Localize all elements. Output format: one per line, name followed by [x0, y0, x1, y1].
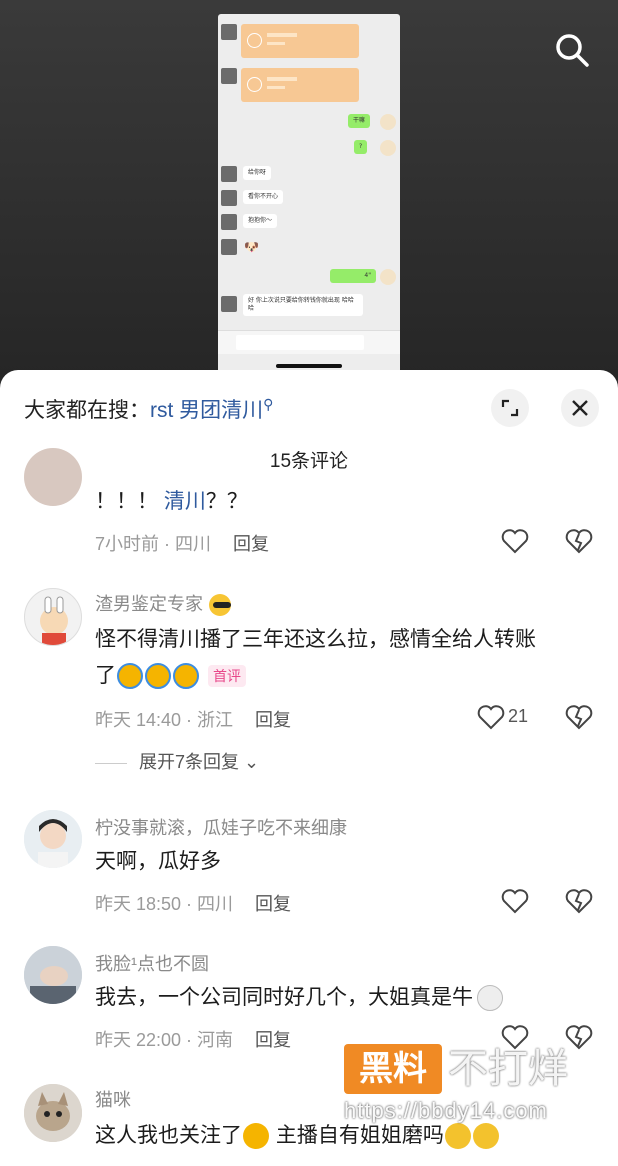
expand-button[interactable] — [491, 389, 529, 427]
transfer-bubble — [241, 68, 359, 102]
watermark-text: 不打烊 — [448, 1046, 568, 1092]
chat-screenshot: 干嘛 ? 给你呀 看你不开心 抱抱你～ 🐶 4" 好 你上次说只要给你转钱你就出… — [218, 14, 400, 374]
chat-bubble: ? — [354, 140, 368, 154]
hot-search-bar[interactable]: 大家都在搜：rst 男团清川⚲ — [24, 394, 273, 424]
topic-link[interactable]: 清川 — [164, 490, 206, 513]
comment-item: 我脸¹点也不圆 我去，一个公司同时好几个，大姐真是牛 昨天 22:00 · 河南… — [0, 946, 618, 1056]
avatar — [221, 214, 237, 230]
transfer-bubble — [241, 24, 359, 58]
dislike-icon[interactable] — [564, 528, 594, 554]
comment-text-line2: 了首评 — [95, 658, 246, 693]
watermark: 黑料 不打烊 https://bbdy14.com — [344, 1044, 604, 1140]
comment-author[interactable]: 渣男鉴定专家 — [95, 590, 232, 617]
avatar — [221, 239, 237, 255]
comment-author[interactable]: 我脸¹点也不圆 — [95, 950, 209, 976]
comment-meta: 昨天 14:40 · 浙江 回复 — [95, 710, 292, 730]
avatar — [221, 190, 237, 206]
tears-of-joy-icon — [173, 663, 199, 690]
comment-text: ！！！ 清川？？ — [95, 490, 248, 513]
comment-author[interactable]: 猫咪 — [95, 1086, 131, 1112]
dislike-icon[interactable] — [564, 704, 594, 730]
voice-bubble: 4" — [330, 269, 376, 283]
cow-emoji-icon — [477, 985, 503, 1012]
comment-meta: 7小时前 · 四川 回复 — [95, 534, 270, 554]
video-player[interactable]: 干嘛 ? 给你呀 看你不开心 抱抱你～ 🐶 4" 好 你上次说只要给你转钱你就出… — [0, 0, 618, 380]
comment-meta: 昨天 18:50 · 四川 回复 — [95, 894, 292, 914]
avatar — [380, 114, 396, 130]
reply-button[interactable]: 回复 — [255, 710, 291, 730]
comment-item: 渣男鉴定专家 怪不得清川播了三年还这么拉，感情全给人转账 了首评 昨天 14:4… — [0, 584, 618, 774]
avatar — [221, 166, 237, 182]
chat-bubble: 好 你上次说只要给你转钱你就出现 哈哈哈 — [243, 294, 363, 316]
like-count: 21 — [508, 706, 529, 726]
home-indicator — [276, 364, 342, 368]
hot-search-topic[interactable]: rst 男团清川 — [150, 399, 263, 422]
avatar[interactable] — [24, 448, 82, 506]
tears-of-joy-icon — [145, 663, 171, 690]
chat-bubble: 给你呀 — [243, 166, 272, 180]
like-icon[interactable] — [500, 888, 530, 914]
comment-text: 我去，一个公司同时好几个，大姐真是牛 — [95, 980, 504, 1015]
chat-bubble: 抱抱你～ — [243, 214, 278, 228]
rofl-emoji-icon — [243, 1123, 269, 1150]
comment-meta: 昨天 22:00 · 河南 回复 — [95, 1030, 292, 1050]
chat-input-bar — [218, 330, 400, 354]
tears-of-joy-icon — [117, 663, 143, 690]
cool-emoji-icon — [209, 594, 232, 617]
reply-button[interactable]: 回复 — [255, 1030, 291, 1050]
comment-text: 怪不得清川播了三年还这么拉，感情全给人转账 — [95, 628, 536, 651]
reply-button[interactable]: 回复 — [255, 894, 291, 914]
like-icon[interactable] — [500, 528, 530, 554]
expand-replies-button[interactable]: 展开7条回复 ⌄ — [95, 748, 259, 774]
comment-item: ！！！ 清川？？ 7小时前 · 四川 回复 — [0, 448, 618, 566]
search-icon: ⚲ — [263, 396, 274, 412]
expand-icon — [501, 399, 519, 417]
search-icon[interactable] — [552, 30, 592, 70]
avatar[interactable] — [24, 810, 82, 868]
comment-item: 柠没事就滚，瓜娃子吃不来细康 天啊，瓜好多 昨天 18:50 · 四川 回复 — [0, 810, 618, 920]
avatar — [380, 269, 396, 285]
hot-search-prefix: 大家都在搜： — [24, 399, 150, 422]
chevron-down-icon: ⌄ — [244, 752, 260, 772]
comment-author[interactable]: 柠没事就滚，瓜娃子吃不来细康 — [95, 814, 347, 840]
avatar[interactable] — [24, 588, 82, 646]
comment-text: 天啊，瓜好多 — [95, 850, 221, 873]
avatar — [380, 140, 396, 156]
watermark-url: https://bbdy14.com — [344, 1098, 548, 1123]
chat-bubble: 看你不开心 — [243, 190, 284, 204]
first-comment-badge: 首评 — [208, 665, 246, 688]
sticker-icon: 🐶 — [244, 240, 259, 254]
like-icon[interactable] — [476, 704, 506, 730]
avatar — [221, 24, 237, 40]
chat-input — [236, 335, 364, 350]
reply-button[interactable]: 回复 — [233, 534, 269, 554]
dislike-icon[interactable] — [564, 888, 594, 914]
avatar — [221, 296, 237, 312]
close-icon — [572, 400, 588, 416]
avatar[interactable] — [24, 946, 82, 1004]
chat-bubble: 干嘛 — [348, 114, 371, 128]
avatar[interactable] — [24, 1084, 82, 1142]
close-button[interactable] — [561, 389, 599, 427]
avatar — [221, 68, 237, 84]
watermark-logo: 黑料 — [344, 1044, 442, 1094]
